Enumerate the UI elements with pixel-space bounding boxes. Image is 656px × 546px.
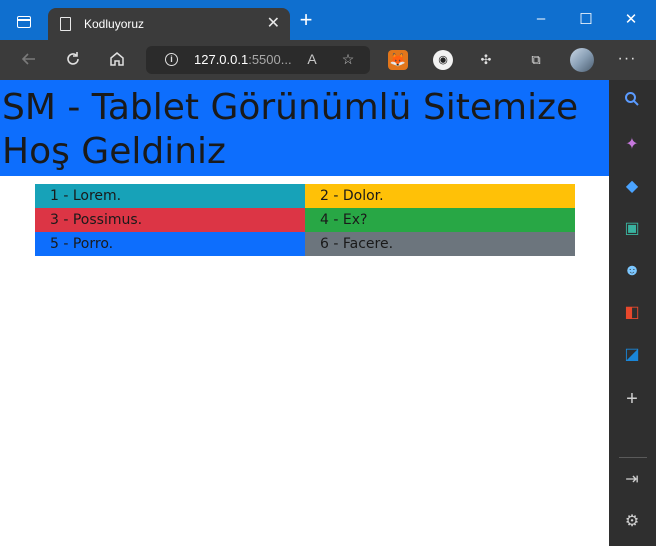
refresh-icon[interactable] [62, 50, 84, 70]
sidebar-search-icon[interactable] [620, 90, 644, 114]
hero-banner: SM - Tablet Görünümlü Sitemize Hoş Geldi… [0, 80, 609, 176]
tab-actions-icon[interactable] [17, 16, 31, 28]
grid-cell-3: 3 - Possimus. [35, 208, 305, 232]
more-icon[interactable]: ··· [616, 48, 638, 70]
info-icon[interactable]: i [165, 53, 178, 66]
color-grid: 1 - Lorem. 2 - Dolor. 3 - Possimus. 4 - … [35, 184, 575, 256]
edge-sidebar: ✦ ◆ ▣ ☻ ◧ ◪ + ⇥ ⚙ [609, 80, 656, 546]
sidebar-games-icon[interactable]: ☻ [620, 259, 644, 283]
address-bar[interactable]: i 127.0.0.1:5500... A ☆ [146, 46, 370, 74]
tab-close-icon[interactable]: ✕ [267, 13, 280, 33]
navigation-bar: i 127.0.0.1:5500... A ☆ 🦊 ◉ ✣ ⧉ [0, 40, 656, 80]
grid-cell-6: 6 - Facere. [305, 232, 575, 256]
grid-cell-2: 2 - Dolor. [305, 184, 575, 208]
url-text[interactable]: 127.0.0.1:5500... [194, 52, 292, 67]
new-tab-button[interactable]: + [296, 9, 316, 31]
add-favorite-icon[interactable]: ☆ [339, 51, 357, 68]
home-icon[interactable] [106, 50, 128, 70]
grid-cell-1: 1 - Lorem. [35, 184, 305, 208]
settings-gear-icon[interactable]: ⚙ [620, 510, 644, 534]
read-aloud-icon[interactable]: A [303, 51, 321, 67]
sidebar-shopping-icon[interactable]: ◆ [620, 175, 644, 199]
close-window-button[interactable]: ✕ [619, 10, 643, 28]
back-arrow-icon[interactable] [18, 50, 40, 70]
profile-avatar[interactable] [570, 48, 594, 72]
sidebar-outlook-icon[interactable]: ◪ [620, 343, 644, 367]
page-heading: SM - Tablet Görünümlü Sitemize Hoş Geldi… [2, 87, 579, 172]
page-icon [60, 17, 71, 31]
sidebar-tools-icon[interactable]: ▣ [620, 217, 644, 241]
title-bar: Kodluyoruz ✕ + – ☐ ✕ [0, 0, 656, 40]
metamask-extension-icon[interactable]: 🦊 [388, 50, 408, 70]
extensions-icon[interactable]: ✣ [476, 50, 496, 70]
hide-sidebar-icon[interactable]: ⇥ [620, 468, 644, 492]
tab-title: Kodluyoruz [84, 17, 145, 31]
page-viewport: SM - Tablet Görünümlü Sitemize Hoş Geldi… [0, 80, 609, 546]
sidebar-divider [619, 457, 647, 458]
collections-icon[interactable]: ⧉ [526, 50, 546, 70]
grid-cell-5: 5 - Porro. [35, 232, 305, 256]
maximize-button[interactable]: ☐ [574, 10, 598, 28]
ghost-extension-icon[interactable]: ◉ [433, 50, 453, 70]
url-host: 127.0.0.1 [194, 52, 249, 67]
grid-cell-4: 4 - Ex? [305, 208, 575, 232]
sidebar-office-icon[interactable]: ◧ [620, 301, 644, 325]
url-rest: :5500... [248, 52, 292, 67]
tab-kodluyoruz[interactable]: Kodluyoruz ✕ [48, 8, 290, 40]
sidebar-copilot-icon[interactable]: ✦ [620, 133, 644, 157]
sidebar-add-icon[interactable]: + [620, 387, 644, 411]
minimize-button[interactable]: – [529, 10, 553, 27]
